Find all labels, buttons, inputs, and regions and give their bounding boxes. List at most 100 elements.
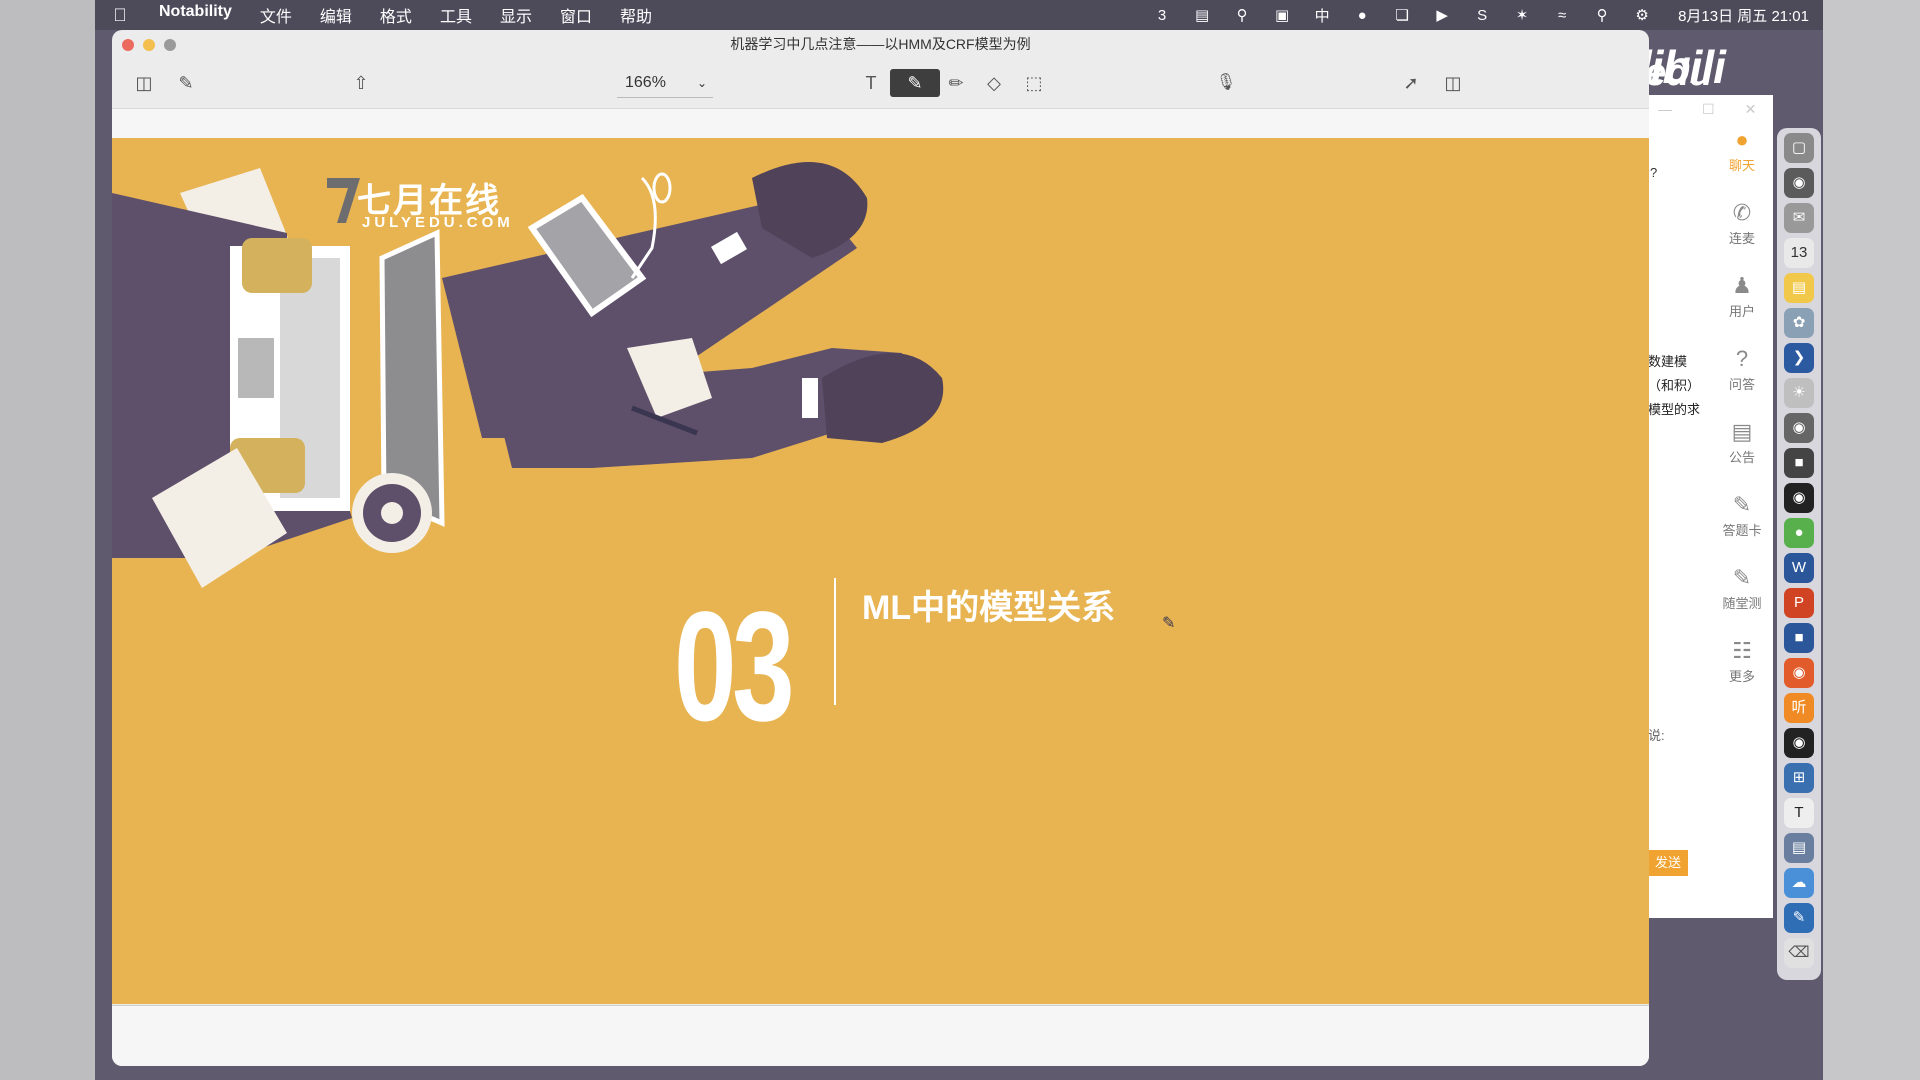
sidebar-item-quiz[interactable]: ✎ 随堂测: [1711, 563, 1773, 636]
text-tool-icon[interactable]: T: [857, 69, 885, 97]
chevron-down-icon: ⌄: [696, 76, 707, 90]
eraser-tool-icon[interactable]: ◇: [980, 69, 1008, 97]
sidebar-toggle-icon[interactable]: ◫: [130, 69, 158, 97]
typora-icon[interactable]: T: [1784, 798, 1814, 828]
notes-icon[interactable]: ▤: [1784, 273, 1814, 303]
selection-tool-icon[interactable]: ⬚: [1020, 69, 1048, 97]
sidebar-item-more[interactable]: ☷ 更多: [1711, 636, 1773, 709]
sidebar-item-users[interactable]: ♟ 用户: [1711, 271, 1773, 344]
presentation-icon[interactable]: ➚: [1397, 69, 1425, 97]
live-class-sidebar: ● 聊天 ✆ 连麦 ♟ 用户 ? 问答 ▤ 公告 ✎ 答题卡 ✎ 随堂测 ☷ 更多: [1711, 125, 1773, 709]
input-method-indicator[interactable]: 中: [1302, 5, 1342, 26]
sidebar-item-qa[interactable]: ? 问答: [1711, 344, 1773, 417]
dock-app-icon[interactable]: ⊞: [1784, 763, 1814, 793]
page-view-icon[interactable]: ◫: [1439, 69, 1467, 97]
window-controls: — ☐ ✕: [1658, 101, 1756, 118]
new-note-icon[interactable]: ✎: [172, 69, 200, 97]
dock-app-icon[interactable]: ▢: [1784, 133, 1814, 163]
close-icon[interactable]: ✕: [1745, 101, 1757, 118]
notification-badge[interactable]: 3: [1142, 7, 1182, 24]
slide-illustration: [112, 162, 944, 588]
user-icon: ♟: [1732, 273, 1752, 298]
netease-music-icon[interactable]: ◉: [1784, 658, 1814, 688]
s-app-icon[interactable]: S: [1462, 7, 1502, 24]
magnifier-app-icon[interactable]: ⚲: [1222, 6, 1262, 24]
trash-icon[interactable]: ⌫: [1784, 938, 1814, 968]
page-top-margin: [112, 108, 1649, 140]
toolbar: ◫ ✎ ⇧ 166% ⌄ T ✎ ✏ ◇ ⬚ 🎙 ➚ ◫: [112, 58, 1649, 108]
github-icon[interactable]: ◉: [1784, 728, 1814, 758]
app-menu-notability[interactable]: Notability: [145, 3, 246, 27]
dock-app-icon[interactable]: ▤: [1784, 833, 1814, 863]
menu-window[interactable]: 窗口: [546, 3, 606, 27]
m-app-icon[interactable]: ▣: [1262, 6, 1302, 24]
menu-file[interactable]: 文件: [246, 3, 306, 27]
evernote-icon[interactable]: ●: [1342, 7, 1382, 24]
chat-fragment-question: ?: [1650, 165, 1658, 180]
screens-icon[interactable]: ❏: [1382, 6, 1422, 24]
menu-clock[interactable]: 8月13日 周五 21:01: [1662, 5, 1809, 26]
share-icon[interactable]: ⇧: [347, 69, 375, 97]
zoom-value: 166%: [625, 74, 666, 91]
brand-logo-en: JULYEDU.COM: [362, 214, 514, 231]
chat-line: （和积）: [1648, 378, 1701, 393]
apple-menu-icon[interactable]: : [95, 5, 145, 26]
logo-seven-mark: [327, 178, 360, 223]
sock-band-illustration: [802, 378, 818, 418]
microphone-icon[interactable]: 🎙: [1212, 69, 1240, 97]
ting-app-icon[interactable]: 听: [1784, 693, 1814, 723]
pen-tool-icon[interactable]: ✎: [890, 69, 940, 97]
pen-cursor-icon: ✎: [1162, 615, 1176, 632]
mail-icon[interactable]: ✉: [1784, 203, 1814, 233]
question-icon: ?: [1735, 346, 1749, 371]
announcement-icon: ▤: [1731, 419, 1753, 444]
highlighter-tool-icon[interactable]: ✏: [942, 69, 970, 97]
dock-app-icon[interactable]: ■: [1784, 623, 1814, 653]
sidebar-item-answer-card[interactable]: ✎ 答题卡: [1711, 490, 1773, 563]
wechat-icon[interactable]: ●: [1784, 518, 1814, 548]
dock-app-icon[interactable]: ☀: [1784, 378, 1814, 408]
cloud-icon[interactable]: ☁: [1784, 868, 1814, 898]
photos-icon[interactable]: ✿: [1784, 308, 1814, 338]
chrome-icon[interactable]: ◉: [1784, 168, 1814, 198]
answer-card-icon: ✎: [1732, 492, 1752, 517]
play-icon[interactable]: ▶: [1422, 6, 1462, 24]
laptop-trackpad-illustration: [238, 338, 274, 398]
sidebar-item-chat[interactable]: ● 聊天: [1711, 125, 1773, 198]
minimize-icon[interactable]: —: [1658, 101, 1672, 118]
qq-icon[interactable]: ◉: [1784, 483, 1814, 513]
letterbox-left: [0, 0, 95, 1080]
wifi-icon[interactable]: ≈: [1542, 7, 1582, 24]
word-icon[interactable]: W: [1784, 553, 1814, 583]
chat-fragment: 数建模 （和积） 模型的求: [1648, 350, 1710, 422]
phone-icon: ✆: [1732, 200, 1752, 225]
vscode-icon[interactable]: ❯: [1784, 343, 1814, 373]
maximize-icon[interactable]: ☐: [1702, 101, 1715, 118]
dock-app-icon[interactable]: ■: [1784, 448, 1814, 478]
menu-help[interactable]: 帮助: [606, 3, 666, 27]
menu-format[interactable]: 格式: [366, 3, 426, 27]
note-page-slide[interactable]: 七月在线 JULYEDU.COM 03 ML中的模型关系 ✎: [112, 138, 1649, 1004]
letterbox-right: [1823, 0, 1920, 1080]
menu-edit[interactable]: 编辑: [306, 3, 366, 27]
section-title: ML中的模型关系: [862, 589, 1116, 627]
bluetooth-icon[interactable]: ✶: [1502, 6, 1542, 24]
menu-view[interactable]: 显示: [486, 3, 546, 27]
say-label: 说:: [1648, 728, 1665, 743]
live-class-window: — ☐ ✕ ? 数建模 （和积） 模型的求 说: 发送 ● 聊天 ✆ 连麦 ♟ 用户 …: [1648, 95, 1773, 918]
control-center-icon[interactable]: ⚙: [1622, 6, 1662, 24]
send-button[interactable]: 发送: [1648, 850, 1688, 876]
window-title: 机器学习中几点注意——以HMM及CRF模型为例: [730, 36, 1031, 52]
bookshelf-icon[interactable]: ▤: [1182, 6, 1222, 24]
spotlight-search-icon[interactable]: ⚲: [1582, 6, 1622, 24]
sidebar-item-voice[interactable]: ✆ 连麦: [1711, 198, 1773, 271]
powerpoint-icon[interactable]: P: [1784, 588, 1814, 618]
notability-icon[interactable]: ✎: [1784, 903, 1814, 933]
calendar-icon[interactable]: 13: [1784, 238, 1814, 268]
chat-line: 模型的求: [1648, 402, 1701, 417]
dock-app-icon[interactable]: ◉: [1784, 413, 1814, 443]
chat-line: 数建模: [1648, 354, 1688, 369]
sidebar-item-announcement[interactable]: ▤ 公告: [1711, 417, 1773, 490]
zoom-select[interactable]: 166% ⌄: [617, 69, 713, 98]
menu-tools[interactable]: 工具: [426, 3, 486, 27]
